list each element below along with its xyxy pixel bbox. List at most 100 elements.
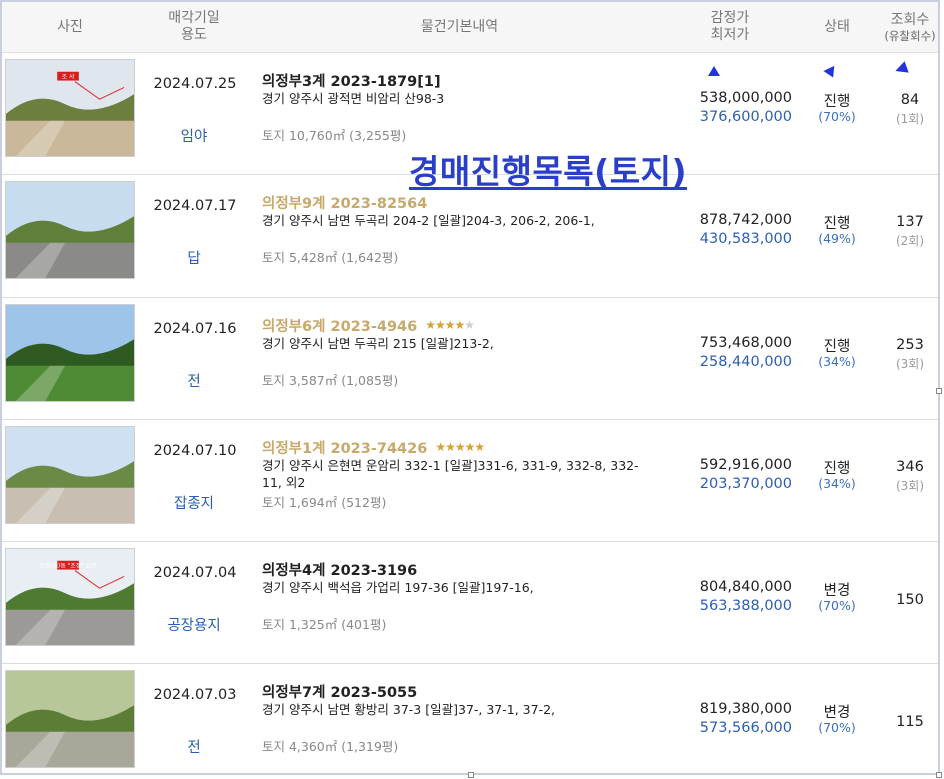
status-percent: (34%) [818, 353, 856, 369]
view-count: 346 [896, 458, 924, 475]
star-icon: ★ [454, 318, 466, 333]
star-icon: ★ [444, 318, 456, 333]
overlay-title: 경매진행목록(토지) [409, 152, 688, 191]
minimum-price: 376,600,000 [699, 109, 792, 125]
factory-alley-photo[interactable]: 조정(지)동 "조정" 표면 [5, 548, 135, 647]
status-percent: (70%) [818, 598, 856, 614]
header-fails-label: (유찰회수) [884, 28, 936, 43]
header-status: 상태 [797, 2, 877, 52]
header-date-label: 매각기일 [168, 10, 220, 26]
table-row[interactable]: 2024.07.17 답 의정부9계 2023-82564 경기 양주시 남면 두곡리… [2, 175, 938, 298]
header-info-label: 물건기본내역 [420, 18, 499, 35]
header-photo-label: 사진 [57, 18, 83, 35]
address: 경기 양주시 은현면 운암리 332-1 [일괄]331-6, 331-9, 3… [262, 457, 639, 490]
header-status-label: 상태 [824, 18, 850, 35]
address: 경기 양주시 광적면 비암리 산98-3 [262, 91, 445, 106]
auction-date: 2024.07.03 [153, 687, 237, 704]
appraisal-price: 878,742,000 [699, 212, 792, 229]
status-badge: 변경 [823, 705, 851, 722]
table-row[interactable]: 2024.07.16 전 의정부6계 2023-4946 ★★★★★ 경기 양주시 남면… [2, 298, 938, 420]
minimum-price: 563,388,000 [699, 598, 792, 615]
appraisal-price: 538,000,000 [699, 90, 792, 106]
case-number: 의정부3계 2023-1879[1] [262, 74, 441, 90]
case-number-link[interactable]: 의정부6계 2023-4946 ★★★★★ [262, 315, 475, 336]
resize-handle-right[interactable] [936, 388, 942, 394]
address: 경기 양주시 남면 두곡리 215 [일괄]213-2, [262, 335, 494, 351]
case-number-link[interactable]: 의정부3계 2023-1879[1] [262, 70, 441, 91]
land-area: 토지 3,587㎡ (1,085평) [262, 372, 399, 388]
address: 경기 양주시 남면 황방리 37-3 [일괄]37-, 37-1, 37-2, [262, 702, 556, 718]
view-count: 137 [896, 214, 924, 231]
address: 경기 양주시 남면 두곡리 204-2 [일괄]204-3, 206-2, 20… [262, 213, 595, 229]
star-icon: ★ [474, 440, 485, 455]
concrete-slab-photo[interactable] [5, 670, 135, 769]
view-count: 150 [896, 592, 924, 609]
minimum-price: 573,566,000 [699, 720, 792, 737]
header-appraisal-label: 감정가 [710, 10, 750, 26]
status-percent: (49%) [818, 231, 856, 247]
fail-count: (3회) [895, 478, 925, 493]
land-use: 공장용지 [167, 618, 221, 635]
case-number-link[interactable]: 의정부1계 2023-74426 ★★★★★ [262, 437, 485, 458]
auction-date: 2024.07.25 [153, 76, 237, 92]
table-row[interactable]: 2024.07.10 잡종지 의정부1계 2023-74426 ★★★★★ 경기 양주시… [2, 420, 938, 543]
address: 경기 양주시 백석읍 가업리 197-36 [일괄]197-16, [262, 580, 534, 596]
minimum-price: 430,583,000 [699, 231, 792, 248]
auction-date: 2024.07.16 [153, 320, 237, 337]
fail-count: (3회) [895, 356, 925, 371]
land-use: 임야 [180, 129, 208, 145]
land-area: 토지 10,760㎡ (3,255평) [262, 128, 407, 143]
case-number-link[interactable]: 의정부9계 2023-82564 [262, 192, 427, 213]
land-use: 답 [187, 251, 201, 268]
table-row[interactable]: 조정(지)동 "조정" 표면 2024.07.04 공장용지 의정부4계 2023-3… [2, 542, 938, 665]
rating-stars-icon: ★★★★★ [425, 318, 475, 333]
header-photo: 사진 [2, 2, 138, 52]
appraisal-price: 753,468,000 [699, 334, 792, 351]
land-use: 전 [187, 373, 201, 390]
photo-marker-label: 조 사 [62, 73, 75, 81]
status-badge: 진행 [823, 338, 851, 355]
status-badge: 진행 [823, 216, 851, 233]
photo-marker-label: 조정(지)동 "조정" 표면 [39, 562, 96, 570]
auction-list-frame: 사진 매각기일 용도 물건기본내역 감정가 최저가 상태 조회수 (유찰회수) … [0, 0, 940, 775]
rural-road-photo[interactable] [5, 181, 135, 280]
star-icon: ★ [425, 318, 436, 333]
status-badge: 진행 [823, 94, 851, 110]
header-minimum-label: 최저가 [710, 27, 750, 43]
view-count: 253 [896, 336, 924, 353]
star-icon: ★ [464, 318, 475, 333]
status-badge: 변경 [823, 583, 851, 600]
case-number-link[interactable]: 의정부7계 2023-5055 [262, 681, 417, 702]
land-area: 토지 5,428㎡ (1,642평) [262, 250, 399, 266]
auction-date: 2024.07.04 [153, 565, 237, 582]
header-date-use: 매각기일 용도 [140, 2, 248, 52]
case-number: 의정부6계 2023-4946 [262, 318, 418, 335]
status-percent: (34%) [818, 475, 856, 491]
land-use: 전 [187, 740, 201, 757]
table-row[interactable]: 2024.07.03 전 의정부7계 2023-5055 경기 양주시 남면 황방리 … [2, 664, 938, 773]
minimum-price: 203,370,000 [699, 475, 792, 492]
view-count: 115 [896, 714, 924, 731]
star-icon: ★ [435, 440, 446, 455]
gravel-lot-photo[interactable] [5, 425, 135, 524]
star-icon: ★ [445, 440, 456, 455]
land-area: 토지 1,694㎡ (512평) [262, 494, 387, 510]
land-use: 잡종지 [173, 495, 215, 512]
land-area: 토지 4,360㎡ (1,319평) [262, 739, 399, 755]
case-number: 의정부7계 2023-5055 [262, 685, 418, 702]
forest-hillside-photo[interactable]: 조 사 [5, 59, 135, 157]
fail-count: (2회) [895, 234, 925, 249]
star-icon: ★ [435, 318, 446, 333]
appraisal-price: 819,380,000 [699, 701, 792, 718]
resize-handle-corner[interactable] [936, 772, 942, 778]
rating-stars-icon: ★★★★★ [435, 440, 485, 455]
field-trees-photo[interactable] [5, 303, 135, 402]
appraisal-price: 592,916,000 [699, 456, 792, 473]
status-badge: 진행 [823, 460, 851, 477]
status-percent: (70%) [818, 720, 856, 736]
resize-handle-bottom[interactable] [468, 772, 474, 778]
table-header: 사진 매각기일 용도 물건기본내역 감정가 최저가 상태 조회수 (유찰회수) [2, 2, 938, 53]
case-number-link[interactable]: 의정부4계 2023-3196 [262, 559, 417, 580]
auction-date: 2024.07.17 [153, 198, 237, 215]
star-icon: ★ [464, 440, 476, 455]
